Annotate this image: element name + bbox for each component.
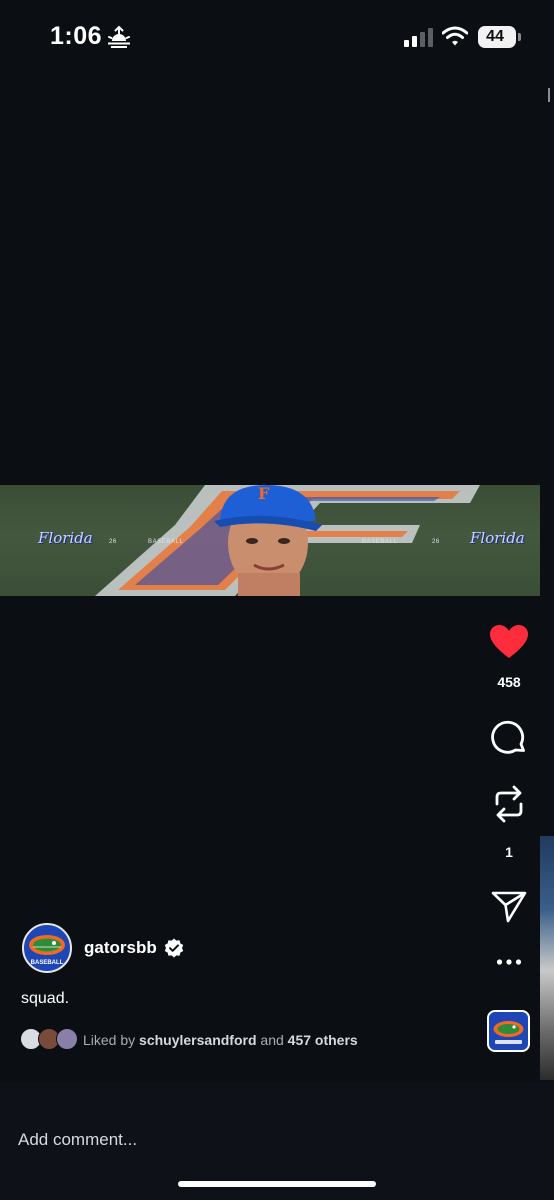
add-comment-input[interactable]: Add comment... xyxy=(18,1130,137,1150)
liked-user[interactable]: schuylersandford xyxy=(139,1032,256,1048)
gator-logo-icon: BASEBALL xyxy=(29,935,65,966)
liked-prefix: Liked by xyxy=(83,1032,136,1048)
liked-and: and xyxy=(260,1032,284,1048)
repost-icon xyxy=(495,785,523,823)
banner-number-left: 26 xyxy=(109,539,117,545)
gator-logo-icon xyxy=(493,1021,524,1044)
liked-others[interactable]: 457 others xyxy=(288,1032,358,1048)
send-icon xyxy=(491,891,527,923)
liker-avatars[interactable] xyxy=(20,1028,80,1050)
banner-word-right: BASEBALL xyxy=(362,539,398,545)
heart-icon xyxy=(490,625,528,658)
comment-button[interactable] xyxy=(480,720,538,756)
svg-text:F: F xyxy=(258,485,270,503)
liked-by-text[interactable]: Liked by schuylersandford and 457 others xyxy=(83,1032,358,1048)
share-button[interactable] xyxy=(480,890,538,924)
battery-indicator: 44 xyxy=(478,26,516,48)
audio-thumbnail[interactable] xyxy=(487,1010,530,1052)
avatar[interactable]: BASEBALL xyxy=(22,923,72,973)
wifi-icon xyxy=(442,26,468,46)
repost-button[interactable] xyxy=(480,784,538,824)
more-icon xyxy=(496,959,522,965)
banner-number-right: 26 xyxy=(432,539,440,545)
repost-count: 1 xyxy=(505,844,513,860)
verified-badge-icon xyxy=(164,938,184,958)
banner-brand-right: Florida xyxy=(470,529,525,547)
banner-word-left: BASEBALL xyxy=(148,539,184,545)
comment-icon xyxy=(491,720,525,754)
status-time: 1:06 xyxy=(50,22,103,50)
more-options-button[interactable] xyxy=(480,958,538,966)
like-count: 458 xyxy=(497,674,521,690)
battery-nub xyxy=(518,33,521,41)
next-item-peek[interactable] xyxy=(540,836,554,1080)
sleep-focus-icon xyxy=(108,25,130,48)
avatar-label: BASEBALL xyxy=(31,960,64,966)
status-bar: 1:06 44 xyxy=(0,0,554,70)
liker-avatar xyxy=(56,1028,78,1050)
banner-brand-left: Florida xyxy=(38,529,93,547)
cellular-signal-icon xyxy=(404,28,433,47)
home-indicator[interactable] xyxy=(178,1181,376,1187)
like-button[interactable] xyxy=(480,624,538,660)
post-caption: squad. xyxy=(21,990,70,1007)
battery-level: 44 xyxy=(486,28,504,45)
post-image[interactable]: F Florida 26 BASEBALL BASEBALL 26 Florid… xyxy=(0,485,540,596)
post-username[interactable]: gatorsbb xyxy=(84,938,157,958)
edge-indicator xyxy=(548,88,554,102)
